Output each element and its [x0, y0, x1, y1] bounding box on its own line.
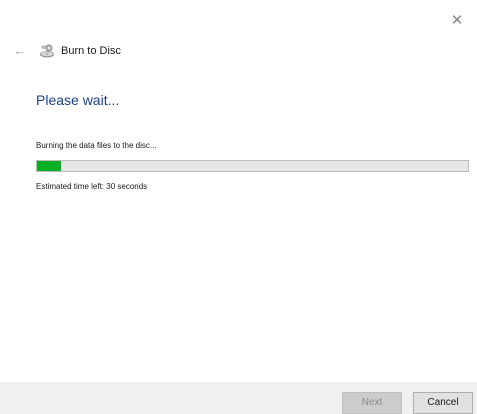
- burn-to-disc-dialog: ✕ ← Burn to Disc Please wait... Burning …: [0, 0, 477, 414]
- time-left-text: Estimated time left: 30 seconds: [36, 182, 148, 191]
- progress-bar-fill: [37, 161, 61, 171]
- cancel-button[interactable]: Cancel: [413, 392, 473, 414]
- progress-bar: [36, 160, 469, 172]
- back-arrow-icon[interactable]: ←: [12, 44, 28, 58]
- status-text: Burning the data files to the disc...: [36, 141, 157, 150]
- dialog-title: Burn to Disc: [61, 45, 121, 57]
- dialog-footer: Next Cancel: [0, 382, 477, 414]
- page-heading: Please wait...: [36, 92, 120, 108]
- dialog-header: ← Burn to Disc: [12, 42, 121, 60]
- close-icon[interactable]: ✕: [445, 12, 469, 30]
- disc-burn-icon: [39, 43, 55, 59]
- next-button[interactable]: Next: [342, 392, 402, 414]
